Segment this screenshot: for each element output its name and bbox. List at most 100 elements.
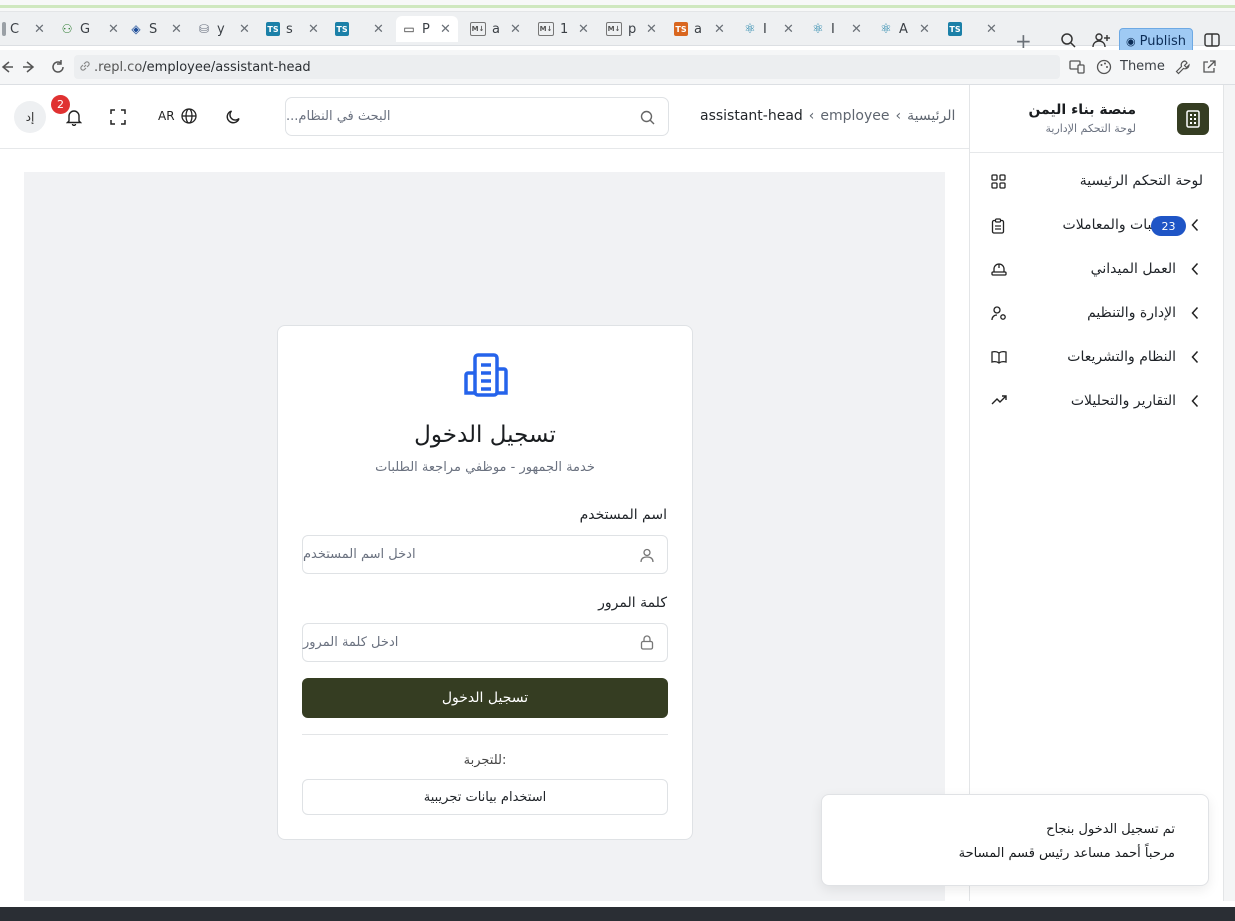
password-field[interactable]: ادخل كلمة المرور (302, 623, 668, 662)
notification-badge: 2 (51, 95, 70, 114)
close-icon[interactable]: ✕ (239, 22, 250, 37)
back-icon[interactable] (0, 60, 14, 74)
database-icon: ⛁ (198, 22, 210, 36)
book-icon (991, 350, 1007, 364)
bell-icon[interactable] (66, 109, 82, 126)
browser-tab[interactable]: TS a ✕ (674, 16, 725, 42)
close-icon[interactable]: ✕ (510, 22, 521, 37)
username-field[interactable]: ادخل اسم المستخدم (302, 535, 668, 574)
tab-label: p (628, 21, 637, 37)
toast-notification: تم تسجيل الدخول بنجاح مرحباً أحمد مساعد … (821, 794, 1209, 886)
os-taskbar (0, 907, 1235, 921)
close-icon[interactable]: ✕ (373, 22, 384, 37)
tab-label: P (422, 21, 430, 37)
chevron-left-icon (1191, 394, 1199, 408)
sidebar-item-administration[interactable]: الإدارة والتنظيم (970, 294, 1223, 334)
close-icon[interactable]: ✕ (783, 22, 794, 37)
browser-tab[interactable]: ⚇ G ✕ (60, 16, 119, 42)
tab-label: a (492, 21, 500, 37)
sidebar: منصة بناء اليمن لوحة التحكم الإدارية لوح… (969, 85, 1224, 901)
browser-tab[interactable]: TS ✕ (948, 16, 997, 42)
sidebar-item-regulations[interactable]: النظام والتشريعات (970, 338, 1223, 378)
url-field[interactable]: .repl.co/employee/assistant-head (74, 55, 1060, 79)
browser-tab-active[interactable]: ▭ P ✕ (396, 16, 458, 42)
avatar-initials: إد (25, 110, 35, 124)
sidebar-item-dashboard[interactable]: لوحة التحكم الرئيسية (970, 162, 1223, 202)
browser-tab[interactable]: ⚛ I ✕ (743, 16, 794, 42)
app-header: إد 2 AR البحث في النظام... assistant-hea… (0, 85, 969, 149)
search-icon[interactable] (1060, 32, 1076, 48)
markdown-icon: M↓ (538, 22, 554, 36)
palette-icon[interactable] (1096, 59, 1112, 75)
forward-icon[interactable] (22, 60, 36, 74)
browser-tab[interactable]: ◈ S ✕ (129, 16, 182, 42)
browser-tab[interactable]: M↓ p ✕ (606, 16, 657, 42)
browser-tab[interactable]: M↓ 1 ✕ (538, 16, 589, 42)
react-icon: ⚛ (812, 21, 824, 37)
shell-icon: ◈ (131, 22, 141, 36)
language-code[interactable]: AR (158, 109, 175, 123)
split-panel-icon[interactable] (1204, 32, 1220, 48)
browser-tab[interactable]: ⚛ I ✕ (811, 16, 862, 42)
monitor-icon: ▭ (403, 22, 415, 36)
close-icon[interactable]: ✕ (108, 22, 119, 37)
markdown-icon: M↓ (606, 22, 622, 36)
brand-subtitle: لوحة التحكم الإدارية (1045, 122, 1136, 135)
close-icon[interactable]: ✕ (34, 22, 45, 37)
chevron-left-icon (1191, 218, 1199, 232)
demo-button-label: استخدام بيانات تجريبية (423, 789, 547, 805)
tab-label: a (694, 21, 702, 37)
close-icon[interactable]: ✕ (578, 22, 589, 37)
close-icon[interactable]: ✕ (986, 22, 997, 37)
browser-tab[interactable]: ⛁ y ✕ (197, 16, 250, 42)
browser-tab[interactable]: TS ✕ (335, 16, 384, 42)
search-input[interactable]: البحث في النظام... (285, 97, 669, 136)
close-icon[interactable]: ✕ (440, 22, 451, 37)
tab-label: s (286, 21, 293, 37)
browser-tab[interactable]: M↓ a ✕ (470, 16, 521, 42)
browser-tab[interactable]: ⚛ A ✕ (879, 16, 930, 42)
login-button-label: تسجيل الدخول (441, 690, 529, 706)
chevron-left-icon (1191, 262, 1199, 276)
address-bar: .repl.co/employee/assistant-head Theme (0, 50, 1235, 85)
theme-button[interactable]: Theme (1120, 59, 1165, 74)
tab-label: C (10, 21, 20, 37)
browser-tab[interactable]: C ✕ (2, 16, 45, 42)
globe-icon[interactable] (181, 108, 197, 124)
close-icon[interactable]: ✕ (714, 22, 725, 37)
requests-count-badge: 23 (1151, 216, 1186, 236)
close-icon[interactable]: ✕ (308, 22, 319, 37)
password-placeholder: ادخل كلمة المرور (303, 635, 399, 650)
close-icon[interactable]: ✕ (919, 22, 930, 37)
chevron-left-icon (1191, 350, 1199, 364)
sidebar-item-label: النظام والتشريعات (1067, 349, 1176, 365)
breadcrumb-section[interactable]: employee (820, 108, 889, 124)
wrench-icon[interactable] (1175, 59, 1191, 75)
login-button[interactable]: تسجيل الدخول (302, 678, 668, 718)
devices-icon[interactable] (1069, 59, 1085, 75)
url-path: /employee/assistant-head (142, 59, 311, 75)
username-placeholder: ادخل اسم المستخدم (303, 547, 416, 562)
user-cog-icon (991, 306, 1007, 321)
fullscreen-icon[interactable] (110, 109, 126, 125)
close-icon[interactable]: ✕ (171, 22, 182, 37)
divider (302, 734, 668, 735)
sidebar-item-fieldwork[interactable]: العمل الميداني (970, 250, 1223, 290)
clipboard-icon (991, 218, 1005, 234)
add-user-icon[interactable] (1092, 32, 1110, 48)
moon-icon[interactable] (226, 109, 241, 124)
publish-icon: ◉ (1126, 34, 1136, 48)
browser-tab[interactable]: TS s ✕ (266, 16, 319, 42)
react-icon: ⚛ (744, 21, 756, 37)
open-external-icon[interactable] (1201, 59, 1217, 75)
close-icon[interactable]: ✕ (646, 22, 657, 37)
avatar[interactable]: إد (14, 101, 46, 133)
use-demo-data-button[interactable]: استخدام بيانات تجريبية (302, 779, 668, 815)
notification-count: 2 (57, 98, 64, 111)
sidebar-item-reports[interactable]: التقارير والتحليلات (970, 382, 1223, 422)
close-icon[interactable]: ✕ (851, 22, 862, 37)
react-icon: ⚛ (880, 21, 892, 37)
reload-icon[interactable] (50, 59, 66, 75)
breadcrumb-home[interactable]: الرئيسية (907, 108, 955, 124)
chevron-left-icon: ‹ (895, 108, 902, 124)
